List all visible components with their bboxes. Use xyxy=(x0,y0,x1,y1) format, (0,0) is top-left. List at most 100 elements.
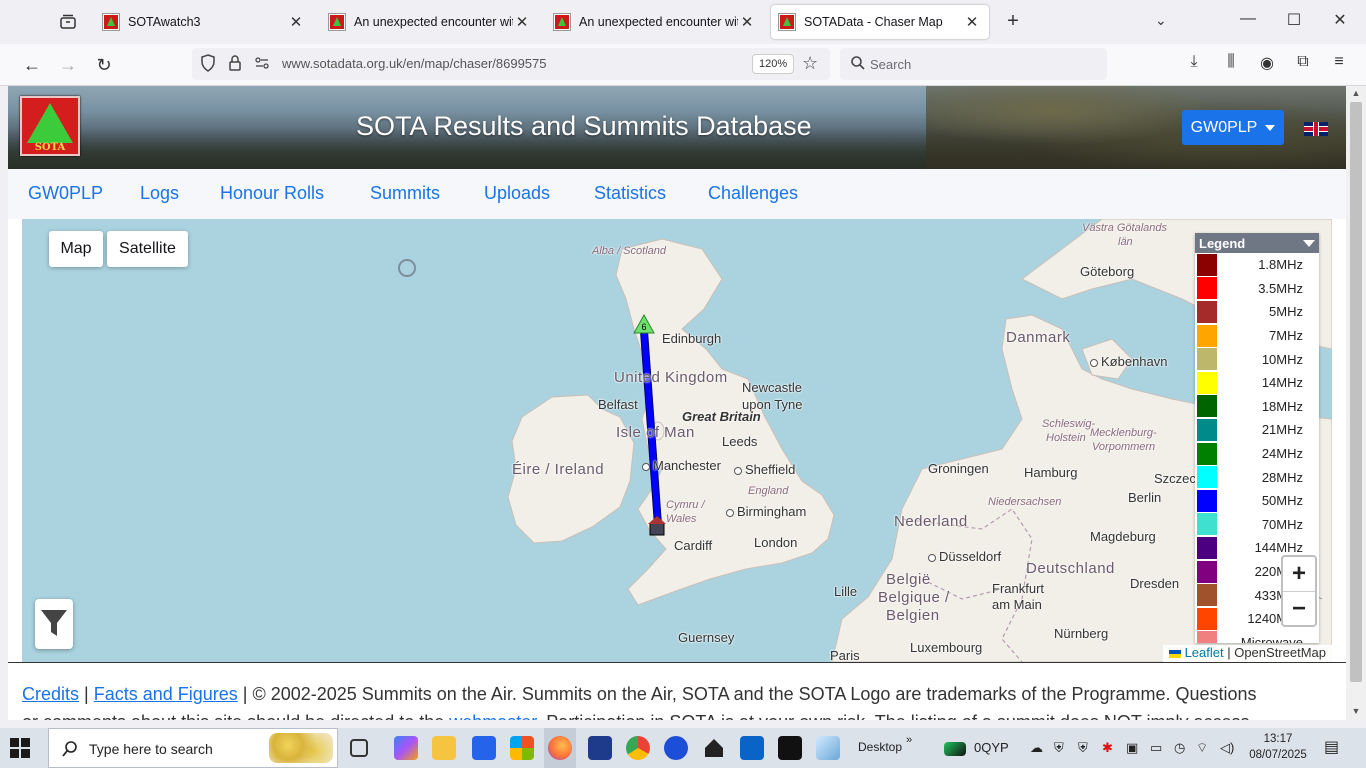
tab-encounter-1[interactable]: An unexpected encounter with ✕ xyxy=(321,5,539,39)
close-icon[interactable]: ✕ xyxy=(287,13,305,31)
zoom-level-badge[interactable]: 120% xyxy=(752,54,795,74)
close-icon[interactable]: ✕ xyxy=(513,13,531,31)
scrollbar-thumb[interactable] xyxy=(1350,102,1362,682)
forward-arrow-icon[interactable]: → xyxy=(54,52,82,78)
label-holstein: Holstein xyxy=(1046,432,1086,444)
legend-header[interactable]: Legend xyxy=(1195,233,1319,253)
file-explorer-icon[interactable] xyxy=(432,736,456,760)
facts-figures-link[interactable]: Facts and Figures xyxy=(94,684,238,704)
close-icon[interactable]: ✕ xyxy=(738,13,756,31)
footer-sep: | xyxy=(79,684,94,704)
map-type-map-button[interactable]: Map xyxy=(49,231,103,267)
desktop-toolbar-label[interactable]: Desktop xyxy=(858,740,902,754)
user-menu-button[interactable]: GW0PLP xyxy=(1182,110,1284,145)
tray-network-icon[interactable]: ☁ xyxy=(1030,740,1043,756)
back-arrow-icon[interactable]: ← xyxy=(18,52,46,78)
app-calculator-icon[interactable] xyxy=(472,736,496,760)
credits-link[interactable]: Credits xyxy=(22,684,79,704)
bookmark-star-icon[interactable]: ☆ xyxy=(802,53,818,74)
chaser-map[interactable]: 6 Alba / Scotland Edinburgh United Kingd… xyxy=(22,219,1332,662)
app-cloud-icon[interactable] xyxy=(664,736,688,760)
outlook-icon[interactable] xyxy=(740,736,764,760)
webmaster-link[interactable]: webmaster xyxy=(449,712,536,720)
nav-uploads[interactable]: Uploads xyxy=(484,183,550,204)
tray-clock-icon[interactable]: ◷ xyxy=(1174,740,1185,756)
lock-icon[interactable] xyxy=(228,54,242,72)
scroll-up-icon[interactable]: ▲ xyxy=(1346,88,1366,98)
nav-gw0plp[interactable]: GW0PLP xyxy=(28,183,103,204)
tab-sotawatch[interactable]: SOTAwatch3 ✕ xyxy=(95,5,313,39)
tray-security-icon[interactable]: ⛨ xyxy=(1054,740,1064,756)
legend-item: 24MHz xyxy=(1195,442,1319,466)
zoom-in-button[interactable]: + xyxy=(1283,557,1315,591)
url-text[interactable]: www.sotadata.org.uk/en/map/chaser/869957… xyxy=(282,56,547,71)
minimize-icon[interactable]: — xyxy=(1233,10,1263,28)
page-scrollbar[interactable]: ▲ ▼ xyxy=(1346,86,1366,720)
tab-list-button[interactable] xyxy=(52,8,84,36)
nav-statistics[interactable]: Statistics xyxy=(594,183,666,204)
map-type-satellite-button[interactable]: Satellite xyxy=(107,231,188,267)
tab-chaser-map[interactable]: SOTAData - Chaser Map ✕ xyxy=(771,5,989,39)
zoom-out-button[interactable]: − xyxy=(1283,591,1315,625)
microsoft-store-icon[interactable] xyxy=(510,736,534,760)
label-vastra: Västra Götalands xyxy=(1082,222,1167,234)
tray-wifi-icon[interactable]: ⌔ xyxy=(1196,740,1208,756)
app-shield-icon[interactable] xyxy=(588,736,612,760)
legend-swatch xyxy=(1197,348,1217,371)
nav-challenges[interactable]: Challenges xyxy=(708,183,798,204)
tray-alert-icon[interactable]: ✱ xyxy=(1102,740,1113,756)
nav-summits[interactable]: Summits xyxy=(370,183,440,204)
filter-button[interactable] xyxy=(35,599,73,649)
tab-encounter-2[interactable]: An unexpected encounter with ✕ xyxy=(546,5,764,39)
caret-down-icon[interactable] xyxy=(1303,239,1315,247)
app-grid-icon[interactable] xyxy=(778,736,802,760)
url-bar[interactable]: www.sotadata.org.uk/en/map/chaser/869957… xyxy=(192,48,830,80)
tray-callsign[interactable]: 0QYP xyxy=(974,740,1009,755)
legend-item: 1.8MHz xyxy=(1195,253,1319,277)
search-highlight-image[interactable] xyxy=(269,733,333,763)
tab-title: SOTAwatch3 xyxy=(128,15,201,29)
reload-icon[interactable]: ↻ xyxy=(90,52,118,78)
zoom-control: + − xyxy=(1281,555,1317,627)
tray-defender-icon[interactable]: ⛨ xyxy=(1078,740,1088,756)
chevron-icon[interactable]: » xyxy=(906,734,912,746)
nav-honour-rolls[interactable]: Honour Rolls xyxy=(220,183,324,204)
task-view-icon[interactable] xyxy=(350,739,368,757)
extensions-icon[interactable]: ⧉ xyxy=(1290,53,1316,77)
scroll-down-icon[interactable]: ▼ xyxy=(1346,706,1366,716)
menu-icon[interactable]: ≡ xyxy=(1326,53,1352,77)
notifications-icon[interactable]: ▤ xyxy=(1324,737,1339,757)
home-icon[interactable] xyxy=(702,736,726,760)
caret-down-icon xyxy=(1265,124,1276,131)
window-close-icon[interactable]: ✕ xyxy=(1325,10,1355,30)
tray-display-icon[interactable]: ▣ xyxy=(1126,740,1138,756)
notepad-icon[interactable] xyxy=(816,736,840,760)
windows-start-icon[interactable] xyxy=(10,738,32,758)
permissions-icon[interactable] xyxy=(254,54,270,72)
uk-flag-icon[interactable] xyxy=(1304,122,1328,136)
maximize-icon[interactable]: ☐ xyxy=(1279,10,1309,30)
tray-volume-icon[interactable]: ◁) xyxy=(1220,740,1234,756)
shield-icon[interactable] xyxy=(200,54,216,72)
copilot-icon[interactable] xyxy=(394,736,418,760)
close-icon[interactable]: ✕ xyxy=(963,13,981,31)
nav-logs[interactable]: Logs xyxy=(140,183,179,204)
summit-marker-label[interactable]: 6 xyxy=(641,322,646,332)
footer: Credits | Facts and Figures | © 2002-202… xyxy=(22,680,1332,720)
ukraine-flag-icon xyxy=(1168,649,1181,658)
library-icon[interactable]: ⫼ xyxy=(1218,53,1244,77)
account-icon[interactable]: ◉ xyxy=(1254,53,1280,77)
osm-link[interactable]: OpenStreetMap xyxy=(1234,645,1326,660)
search-bar[interactable]: Search xyxy=(840,48,1107,80)
taskbar-search-box[interactable]: Type here to search xyxy=(48,728,338,768)
legend-item: 50MHz xyxy=(1195,489,1319,513)
new-tab-button[interactable]: + xyxy=(1000,10,1026,33)
sota-logo[interactable]: SOTA xyxy=(20,96,80,156)
taskbar-clock[interactable]: 13:17 08/07/2025 xyxy=(1248,731,1308,763)
firefox-icon[interactable] xyxy=(548,736,572,760)
downloads-icon[interactable]: ⤓ xyxy=(1181,53,1207,77)
chrome-icon[interactable] xyxy=(626,736,650,760)
tab-overflow-chevron-icon[interactable]: ⌄ xyxy=(1155,12,1167,29)
leaflet-link[interactable]: Leaflet xyxy=(1185,645,1224,660)
tray-battery-icon[interactable]: ▭ xyxy=(1150,740,1162,756)
